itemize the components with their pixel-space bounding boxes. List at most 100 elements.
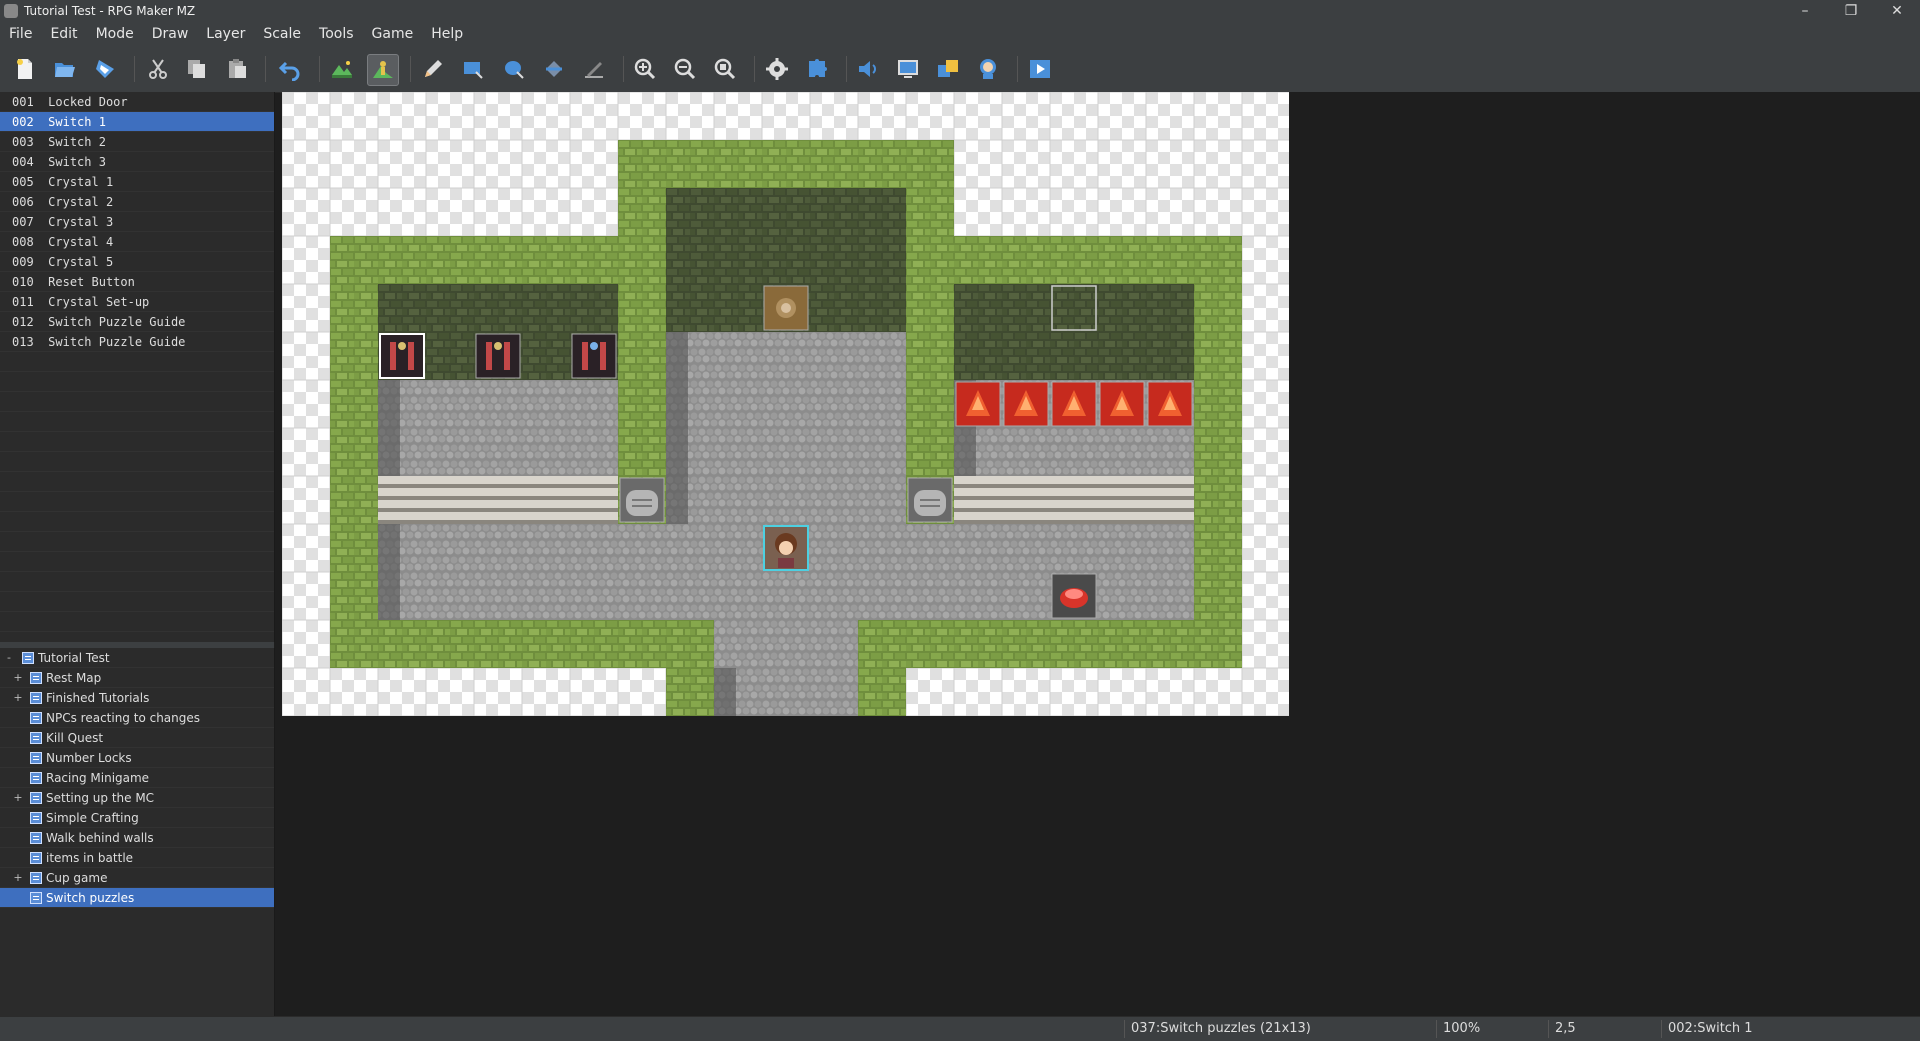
tree-node-number-locks[interactable]: Number Locks <box>0 748 274 768</box>
open-project-button[interactable] <box>50 54 80 84</box>
sign-event[interactable] <box>619 477 665 523</box>
tree-node-walk-behind-walls[interactable]: Walk behind walls <box>0 828 274 848</box>
collapse-toggle[interactable]: - <box>3 648 15 668</box>
menu-layer[interactable]: Layer <box>197 26 254 42</box>
menu-help[interactable]: Help <box>422 26 472 42</box>
event-list-item[interactable]: 009 Crystal 5 <box>0 252 274 272</box>
event-list-item[interactable]: 013 Switch Puzzle Guide <box>0 332 274 352</box>
event-list-item-selected[interactable]: 002 Switch 1 <box>0 112 274 132</box>
restore-button[interactable]: ❐ <box>1828 0 1874 22</box>
event-mode-button[interactable] <box>367 54 399 86</box>
save-project-button[interactable] <box>90 54 120 84</box>
fill-button[interactable] <box>539 54 569 84</box>
tree-node-racing-minigame[interactable]: Racing Minigame <box>0 768 274 788</box>
character-generator-button[interactable] <box>973 54 1003 84</box>
playtest-button[interactable] <box>1025 54 1055 84</box>
expand-toggle[interactable]: + <box>12 668 24 688</box>
map-canvas[interactable] <box>282 92 1289 716</box>
menu-draw[interactable]: Draw <box>143 26 198 42</box>
menu-edit[interactable]: Edit <box>41 26 86 42</box>
tree-node-setting-up-mc[interactable]: + Setting up the MC <box>0 788 274 808</box>
map-icon <box>30 852 42 864</box>
menu-scale[interactable]: Scale <box>254 26 310 42</box>
tree-node-finished-tutorials[interactable]: + Finished Tutorials <box>0 688 274 708</box>
resource-manager-button[interactable] <box>933 54 963 84</box>
paste-button[interactable] <box>222 54 252 84</box>
event-list-item[interactable]: 006 Crystal 2 <box>0 192 274 212</box>
paste-icon <box>229 59 246 78</box>
tree-node-kill-quest[interactable]: Kill Quest <box>0 728 274 748</box>
new-project-button[interactable] <box>10 54 40 84</box>
expand-toggle[interactable]: + <box>12 688 24 708</box>
plugin-manager-button[interactable] <box>802 54 832 84</box>
zoom-out-icon <box>674 58 696 80</box>
locked-door-event[interactable] <box>763 285 809 331</box>
database-button[interactable] <box>762 54 792 84</box>
event-list-item[interactable]: 004 Switch 3 <box>0 152 274 172</box>
tree-node-simple-crafting[interactable]: Simple Crafting <box>0 808 274 828</box>
tree-node-tutorial-test[interactable]: - Tutorial Test <box>0 648 274 668</box>
tree-node-switch-puzzles[interactable]: Switch puzzles <box>0 888 274 908</box>
ellipse-icon <box>505 61 524 79</box>
puzzle-icon <box>809 59 827 77</box>
search-screen-icon <box>898 60 918 78</box>
tree-node-items-in-battle[interactable]: items in battle <box>0 848 274 868</box>
zoom-in-button[interactable] <box>630 54 660 84</box>
event-list: 001 Locked Door 002 Switch 1 003 Switch … <box>0 92 275 642</box>
toolbar <box>0 46 1920 93</box>
event-list-item[interactable]: 010 Reset Button <box>0 272 274 292</box>
new-file-icon <box>17 59 32 79</box>
crystal-event[interactable] <box>1051 381 1097 427</box>
tree-node-npcs-reacting[interactable]: NPCs reacting to changes <box>0 708 274 728</box>
resource-icon <box>938 60 958 77</box>
tree-node-cup-game[interactable]: + Cup game <box>0 868 274 888</box>
map-icon <box>30 892 42 904</box>
menu-file[interactable]: File <box>0 26 41 42</box>
event-list-item[interactable]: 001 Locked Door <box>0 92 274 112</box>
event-list-item[interactable]: 012 Switch Puzzle Guide <box>0 312 274 332</box>
map-icon <box>30 672 42 684</box>
expand-toggle[interactable]: + <box>12 788 24 808</box>
zoom-out-button[interactable] <box>670 54 700 84</box>
zoom-actual-button[interactable] <box>710 54 740 84</box>
ellipse-button[interactable] <box>499 54 529 84</box>
player-start-event[interactable] <box>763 525 809 571</box>
crystal-event[interactable] <box>1003 381 1049 427</box>
zoom-actual-icon <box>714 58 736 80</box>
menu-mode[interactable]: Mode <box>87 26 143 42</box>
map-icon <box>30 792 42 804</box>
crystal-event[interactable] <box>1099 381 1145 427</box>
pencil-button[interactable] <box>418 54 448 84</box>
copy-button[interactable] <box>182 54 212 84</box>
event-list-item[interactable]: 008 Crystal 4 <box>0 232 274 252</box>
event-list-item[interactable]: 011 Crystal Set-up <box>0 292 274 312</box>
close-button[interactable]: ✕ <box>1874 0 1920 22</box>
event-searcher-button[interactable] <box>893 54 923 84</box>
undo-button[interactable] <box>275 54 305 84</box>
sound-test-button[interactable] <box>853 54 883 84</box>
rectangle-button[interactable] <box>458 54 488 84</box>
map-editor-area <box>282 92 1920 1016</box>
event-list-item[interactable]: 005 Crystal 1 <box>0 172 274 192</box>
lever-switch-event[interactable] <box>571 333 617 379</box>
event-list-item[interactable]: 007 Crystal 3 <box>0 212 274 232</box>
event-list-item[interactable]: 003 Switch 2 <box>0 132 274 152</box>
tree-node-rest-map[interactable]: + Rest Map <box>0 668 274 688</box>
gear-icon <box>766 58 788 80</box>
lever-switch-event[interactable] <box>379 333 425 379</box>
map-mode-button[interactable] <box>327 54 357 84</box>
sign-event[interactable] <box>907 477 953 523</box>
shadow-pen-button[interactable] <box>579 54 609 84</box>
crystal-event[interactable] <box>1147 381 1193 427</box>
fill-icon <box>546 61 562 77</box>
menu-game[interactable]: Game <box>363 26 423 42</box>
status-map-info: 037:Switch puzzles (21x13) <box>1131 1021 1311 1036</box>
lever-switch-event[interactable] <box>475 333 521 379</box>
reset-button-event[interactable] <box>1051 573 1097 619</box>
cut-button[interactable] <box>143 54 173 84</box>
expand-toggle[interactable]: + <box>12 868 24 888</box>
minimize-button[interactable]: – <box>1782 0 1828 22</box>
crystal-event[interactable] <box>955 381 1001 427</box>
menu-tools[interactable]: Tools <box>310 26 363 42</box>
shadow-pen-icon <box>585 62 603 78</box>
